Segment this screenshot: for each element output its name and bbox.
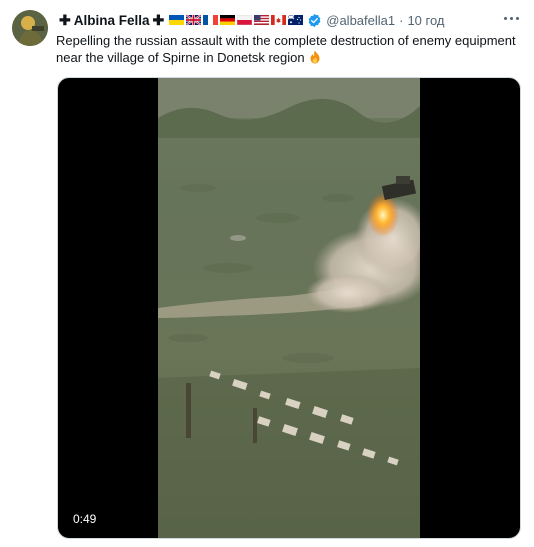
france-flag-icon (203, 15, 219, 25)
more-options-icon[interactable] (500, 8, 522, 28)
tweet-header: ✚ Albina Fella ✚ @albafella1 · 10 год (56, 10, 522, 30)
timestamp[interactable]: 10 год (407, 13, 444, 28)
video-duration: 0:49 (68, 510, 102, 528)
cross-prefix: ✚ (59, 11, 71, 28)
ukraine-flag-icon (169, 15, 185, 25)
video-player[interactable]: 0:49 (57, 77, 521, 539)
verified-badge-icon (308, 13, 321, 27)
tweet-text-container: Repelling the russian assault with the c… (56, 32, 516, 66)
cross-suffix: ✚ (152, 11, 165, 28)
video-thumbnail (158, 78, 420, 538)
fire-icon (310, 50, 320, 64)
usa-flag-icon (254, 15, 270, 25)
user-handle[interactable]: @albafella1 (326, 13, 395, 28)
canada-flag-icon (271, 15, 287, 25)
germany-flag-icon (220, 15, 236, 25)
video-frame (158, 78, 420, 538)
tweet-text: Repelling the russian assault with the c… (56, 33, 516, 65)
australia-flag-icon (288, 15, 304, 25)
display-name[interactable]: Albina Fella (74, 13, 150, 28)
poland-flag-icon (237, 15, 253, 25)
avatar[interactable] (12, 10, 48, 46)
flags-row (169, 15, 304, 25)
uk-flag-icon (186, 15, 202, 25)
separator-dot: · (399, 12, 404, 28)
tweet-card: ✚ Albina Fella ✚ @albafella1 · 10 год Re… (0, 0, 534, 547)
